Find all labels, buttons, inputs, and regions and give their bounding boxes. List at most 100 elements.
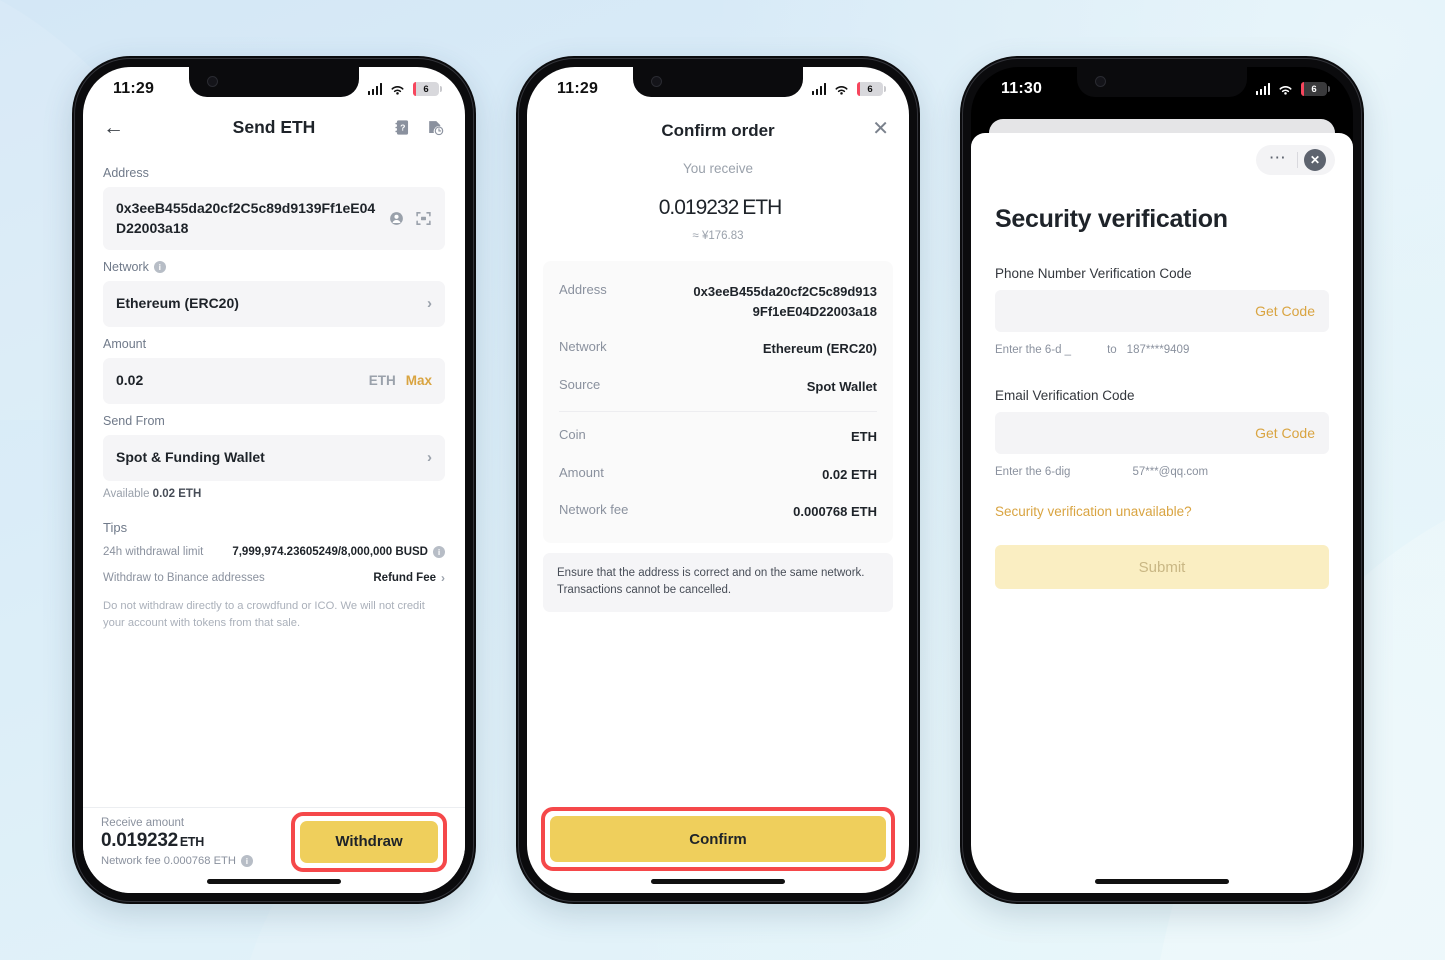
detail-row-network-fee: Network fee 0.000768 ETH bbox=[559, 493, 877, 531]
max-button[interactable]: Max bbox=[406, 373, 432, 388]
phone-confirm-order: 11:29 6 Confirm order ✕ You receive 0.01… bbox=[516, 56, 920, 904]
confirm-warning-note: Ensure that the address is correct and o… bbox=[543, 552, 893, 613]
network-label-row: Network i bbox=[103, 260, 445, 274]
cellular-signal-icon bbox=[811, 83, 826, 95]
detail-value: Ethereum (ERC20) bbox=[762, 341, 877, 356]
divider bbox=[1297, 152, 1298, 168]
tip-value: Refund Fee bbox=[373, 571, 436, 584]
screen-send-eth: 11:29 6 ← Send ETH ? Address 0x3eeB455da… bbox=[83, 67, 465, 893]
detail-value: 0.02 ETH bbox=[822, 466, 877, 482]
address-value: 0x3eeB455da20cf2C5c89d9139Ff1eE04D22003a… bbox=[116, 200, 376, 237]
screen-confirm-order: 11:29 6 Confirm order ✕ You receive 0.01… bbox=[527, 67, 909, 893]
phone-security-verification: 11:30 6 ⋯ ✕ Security verification Phone … bbox=[960, 56, 1364, 904]
tips-heading: Tips bbox=[103, 519, 128, 535]
webview-controls: ⋯ ✕ bbox=[1256, 145, 1335, 175]
amount-field[interactable]: 0.02 ETH Max bbox=[103, 357, 445, 404]
send-from-field[interactable]: Spot & Funding Wallet › bbox=[103, 434, 445, 481]
status-icons: 6 bbox=[367, 80, 442, 99]
get-code-button-email[interactable]: Get Code bbox=[1255, 425, 1315, 441]
chevron-right-icon: › bbox=[441, 570, 445, 585]
receive-amount: 0.019232 ETH bbox=[101, 830, 253, 852]
amount-unit: ETH bbox=[368, 373, 396, 389]
screen-security-verification: 11:30 6 ⋯ ✕ Security verification Phone … bbox=[971, 67, 1353, 893]
confirm-title: Confirm order bbox=[661, 121, 775, 140]
cellular-signal-icon bbox=[1255, 83, 1270, 95]
chevron-right-icon: › bbox=[427, 449, 432, 467]
network-fee-row: Network fee 0.000768 ETH i bbox=[101, 854, 253, 867]
submit-button[interactable]: Submit bbox=[995, 545, 1329, 589]
tip-value-group: Refund Fee › bbox=[373, 571, 445, 585]
navigation-bar: ← Send ETH ? bbox=[83, 111, 465, 146]
phone-hint-to: to bbox=[1107, 344, 1117, 356]
confirm-bottom: Confirm bbox=[527, 807, 909, 871]
receive-amount-value: 0.019232 bbox=[101, 829, 178, 851]
detail-row-network: Network Ethereum (ERC20) bbox=[559, 330, 877, 368]
battery-icon: 6 bbox=[857, 82, 886, 96]
info-icon[interactable]: i bbox=[153, 260, 166, 273]
page-title: Security verification bbox=[995, 205, 1228, 233]
battery-icon: 6 bbox=[1301, 82, 1330, 96]
divider bbox=[559, 411, 877, 412]
verification-unavailable-link[interactable]: Security verification unavailable? bbox=[995, 504, 1329, 519]
phone-code-input[interactable]: Get Code bbox=[995, 290, 1329, 332]
receive-summary: Receive amount 0.019232 ETH Network fee 0… bbox=[101, 817, 253, 867]
status-time: 11:29 bbox=[557, 80, 599, 97]
email-code-hint: Enter the 6-dig 57***@qq.com bbox=[995, 466, 1329, 478]
send-from-value: Spot & Funding Wallet bbox=[116, 449, 265, 466]
tip-value: 7,999,974.23605249/8,000,000 BUSD bbox=[232, 545, 428, 558]
email-code-label: Email Verification Code bbox=[995, 388, 1135, 403]
status-icons: 6 bbox=[1255, 80, 1330, 99]
get-code-button-phone[interactable]: Get Code bbox=[1255, 303, 1315, 319]
amount-label: Amount bbox=[103, 336, 147, 351]
confirm-button[interactable]: Confirm bbox=[550, 816, 886, 862]
info-icon[interactable]: i bbox=[240, 854, 253, 867]
send-form: Address 0x3eeB455da20cf2C5c89d9139Ff1eE0… bbox=[83, 146, 465, 632]
wifi-icon bbox=[1279, 85, 1292, 95]
detail-value: 0x3eeB455da20cf2C5c89d913 9Ff1eE04D22003… bbox=[693, 284, 877, 319]
notch bbox=[1077, 67, 1247, 97]
wifi-icon bbox=[835, 85, 848, 95]
withdraw-button[interactable]: Withdraw bbox=[300, 820, 438, 863]
chevron-right-icon: › bbox=[427, 295, 432, 313]
tip-row-refund[interactable]: Withdraw to Binance addresses Refund Fee… bbox=[103, 571, 445, 585]
phone-hint-text: Enter the 6-d _ bbox=[995, 344, 1072, 356]
back-arrow-icon[interactable]: ← bbox=[103, 117, 124, 138]
close-x-icon[interactable]: ✕ bbox=[872, 119, 889, 139]
detail-key: Network bbox=[559, 339, 607, 354]
close-circle-icon[interactable]: ✕ bbox=[1304, 149, 1326, 171]
more-dots-icon[interactable]: ⋯ bbox=[1261, 149, 1295, 171]
qr-scan-icon[interactable] bbox=[415, 210, 432, 227]
confirm-header: Confirm order ✕ bbox=[527, 111, 909, 145]
status-time: 11:30 bbox=[1001, 80, 1043, 97]
amount-value[interactable]: 0.02 bbox=[116, 370, 359, 390]
email-code-input[interactable]: Get Code bbox=[995, 412, 1329, 454]
withdraw-highlight: Withdraw bbox=[291, 811, 447, 872]
send-from-label: Send From bbox=[103, 413, 165, 428]
tip-value-group: 7,999,974.23605249/8,000,000 BUSD i bbox=[232, 545, 445, 558]
confirm-highlight: Confirm bbox=[541, 807, 895, 871]
network-field[interactable]: Ethereum (ERC20) › bbox=[103, 280, 445, 327]
network-value: Ethereum (ERC20) bbox=[116, 295, 239, 312]
you-receive-label: You receive bbox=[682, 161, 754, 176]
phone-destination: 187****9409 bbox=[1126, 344, 1190, 356]
address-field[interactable]: 0x3eeB455da20cf2C5c89d9139Ff1eE04D22003a… bbox=[103, 187, 445, 250]
detail-key: Network fee bbox=[559, 502, 629, 517]
address-label: Address bbox=[103, 166, 149, 180]
cellular-signal-icon bbox=[367, 83, 382, 95]
detail-key: Source bbox=[559, 376, 601, 392]
address-book-icon[interactable]: ? bbox=[393, 118, 412, 137]
phone-code-label: Phone Number Verification Code bbox=[995, 266, 1192, 281]
home-indicator bbox=[1095, 879, 1229, 884]
detail-row-source: Source Spot Wallet bbox=[559, 368, 877, 406]
order-details-card: Address 0x3eeB455da20cf2C5c89d913 9Ff1eE… bbox=[543, 261, 893, 543]
home-indicator bbox=[207, 879, 341, 884]
notch bbox=[189, 67, 359, 97]
network-fee-text: Network fee 0.000768 ETH bbox=[101, 854, 236, 867]
tip-label: Withdraw to Binance addresses bbox=[103, 571, 265, 584]
history-clock-icon[interactable] bbox=[426, 118, 445, 137]
contact-person-icon[interactable] bbox=[388, 210, 405, 227]
info-icon[interactable]: i bbox=[433, 545, 445, 558]
email-hint-text: Enter the 6-dig bbox=[995, 466, 1071, 478]
detail-key: Address bbox=[559, 282, 607, 297]
phone-send-eth: 11:29 6 ← Send ETH ? Address 0x3eeB455da… bbox=[72, 56, 476, 904]
